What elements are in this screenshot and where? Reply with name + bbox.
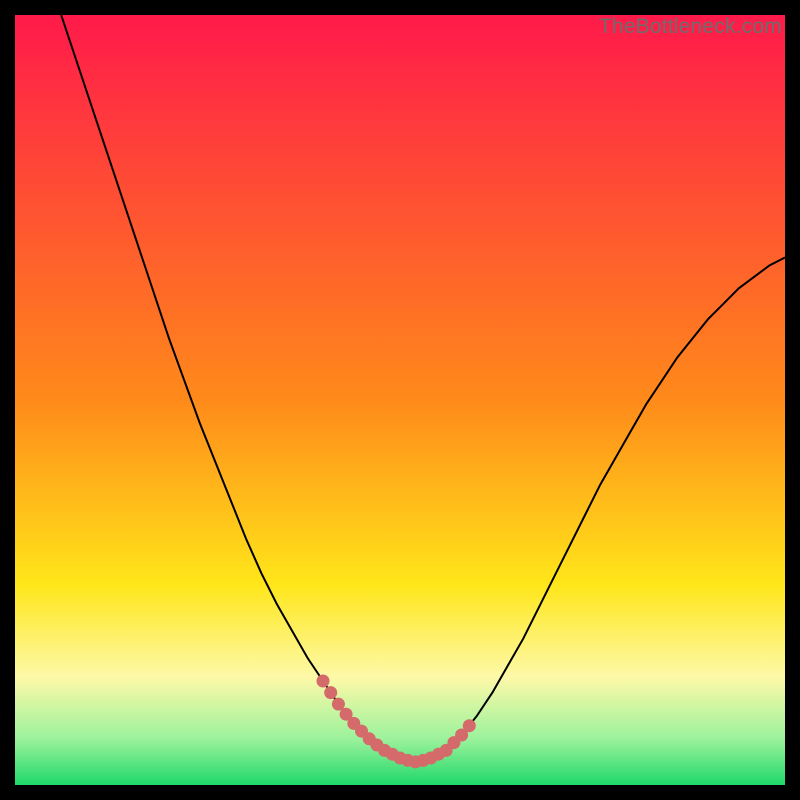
highlight-marker	[324, 686, 337, 699]
gradient-background	[15, 15, 785, 785]
highlight-marker	[463, 719, 476, 732]
chart-svg	[15, 15, 785, 785]
highlight-marker	[317, 675, 330, 688]
watermark-text: TheBottleneck.com	[599, 15, 782, 39]
chart-frame	[15, 15, 785, 785]
